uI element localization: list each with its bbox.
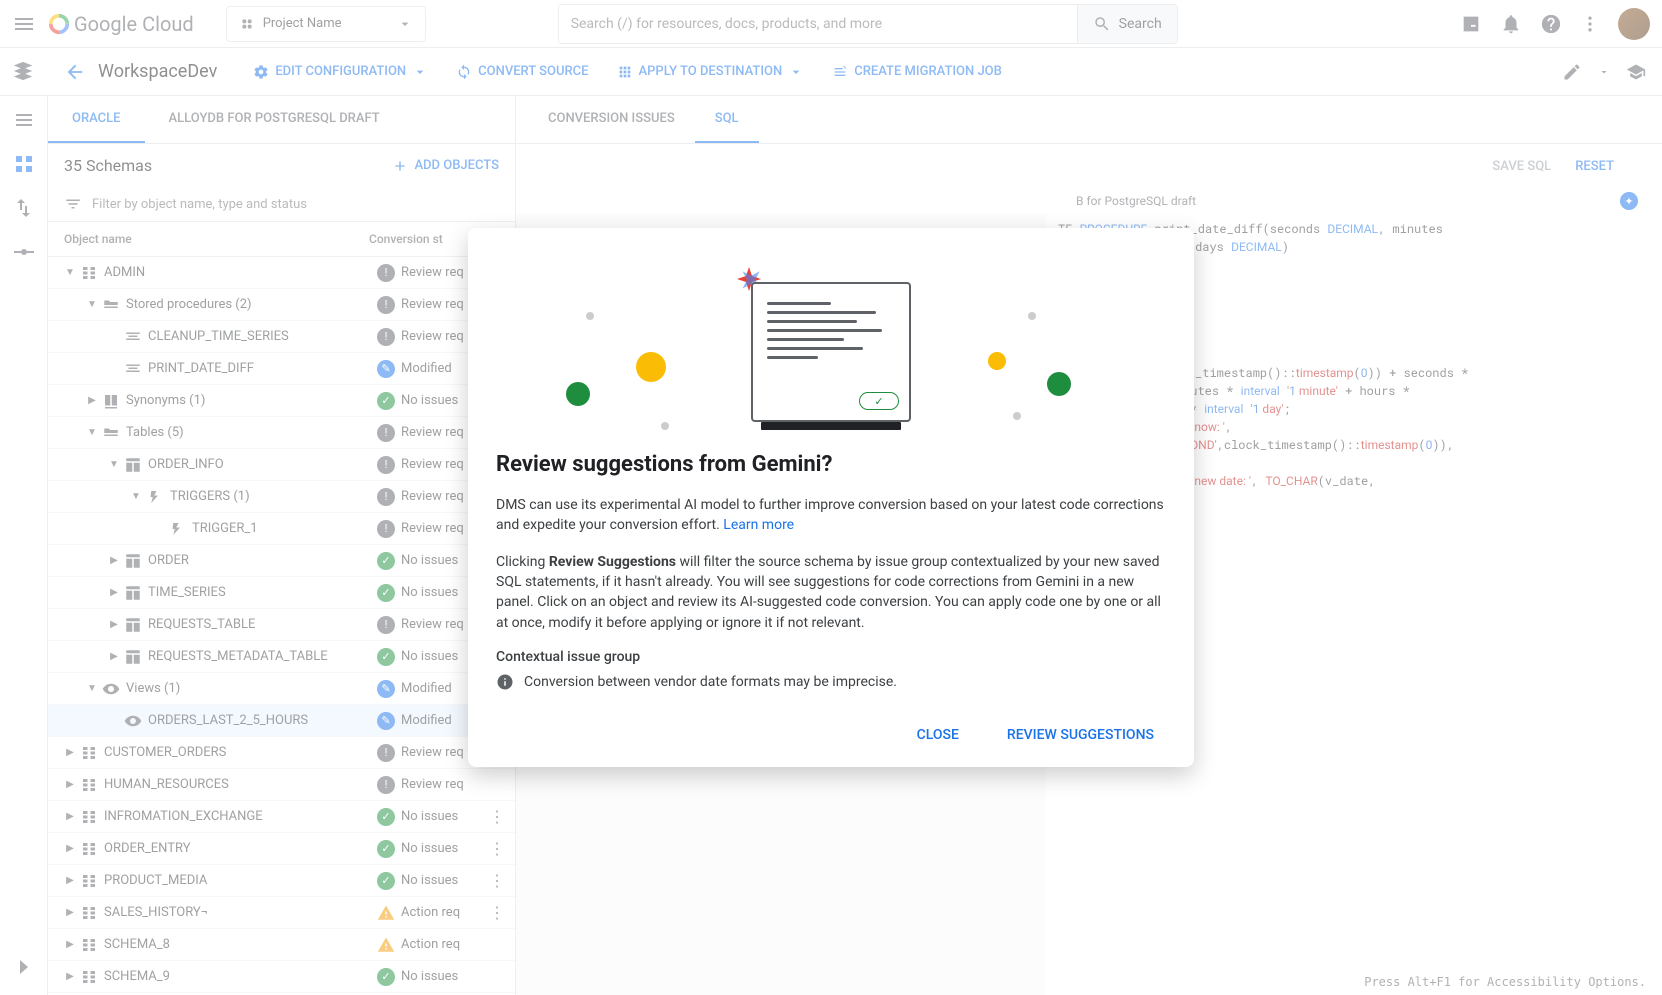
- review-suggestions-button[interactable]: REVIEW SUGGESTIONS: [995, 719, 1166, 751]
- close-button[interactable]: CLOSE: [905, 719, 971, 751]
- issue-text: Conversion between vendor date formats m…: [524, 674, 897, 690]
- issue-row: Conversion between vendor date formats m…: [496, 673, 1166, 691]
- info-icon: [496, 673, 514, 691]
- gemini-suggestions-dialog: ✓ Review suggestions from Gemini? DMS ca…: [468, 228, 1194, 767]
- learn-more-link[interactable]: Learn more: [723, 517, 794, 533]
- dialog-backdrop[interactable]: ✓ Review suggestions from Gemini? DMS ca…: [0, 0, 1662, 995]
- dialog-body-2: Clicking Review Suggestions will filter …: [496, 552, 1166, 633]
- dialog-illustration: ✓: [496, 252, 1166, 452]
- dialog-body-1: DMS can use its experimental AI model to…: [496, 495, 1166, 536]
- dialog-title: Review suggestions from Gemini?: [496, 452, 1166, 477]
- dialog-subtitle: Contextual issue group: [496, 649, 1166, 665]
